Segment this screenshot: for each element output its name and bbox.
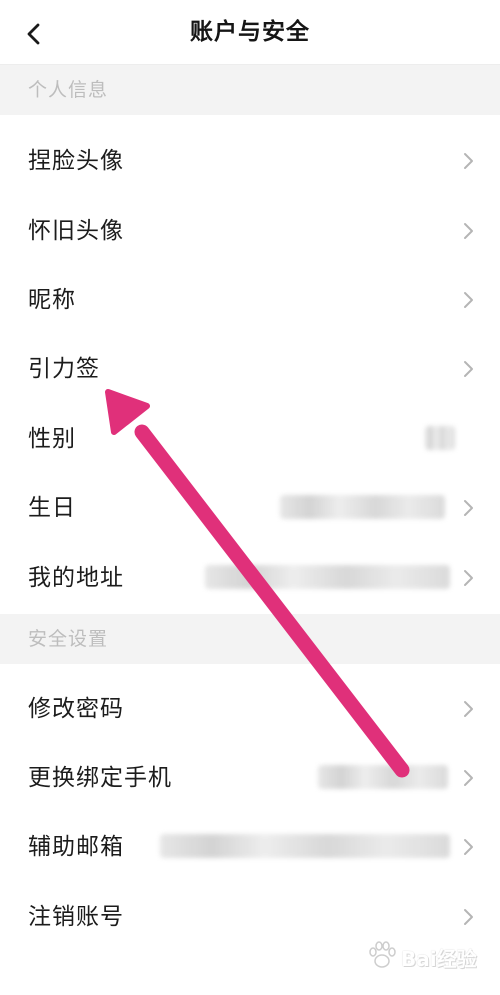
row-birthday[interactable]: 生日 xyxy=(0,473,500,543)
row-label: 注销账号 xyxy=(28,904,124,930)
row-signature[interactable]: 引力签 xyxy=(0,334,500,404)
baidu-watermark: Bai经验 xyxy=(365,939,480,975)
row-change-phone[interactable]: 更换绑定手机 xyxy=(0,743,500,813)
row-face-avatar[interactable]: 捏脸头像 xyxy=(0,126,500,196)
row-backup-email[interactable]: 辅助邮箱 xyxy=(0,812,500,882)
paw-icon xyxy=(369,941,396,968)
chevron-right-icon xyxy=(464,500,473,516)
chevron-right-icon xyxy=(464,361,473,377)
chevron-right-icon xyxy=(464,839,473,855)
account-security-screen: 账户与安全 个人信息 捏脸头像 怀旧头像 昵称 引力签 性别 生日 我的地址 安… xyxy=(0,0,500,995)
row-label: 怀旧头像 xyxy=(28,218,124,244)
chevron-right-icon xyxy=(464,292,473,308)
row-label: 性别 xyxy=(28,426,76,452)
section-title: 安全设置 xyxy=(28,628,109,650)
watermark-text: Bai经验 xyxy=(401,947,477,971)
row-address[interactable]: 我的地址 xyxy=(0,543,500,613)
row-nickname[interactable]: 昵称 xyxy=(0,265,500,335)
nav-header: 账户与安全 xyxy=(0,0,500,65)
section-header-personal: 个人信息 xyxy=(0,65,500,115)
chevron-right-icon xyxy=(464,223,473,239)
row-label: 生日 xyxy=(28,495,76,521)
page-title: 账户与安全 xyxy=(190,19,310,45)
chevron-right-icon xyxy=(464,153,473,169)
row-nostalgic-avatar[interactable]: 怀旧头像 xyxy=(0,196,500,266)
row-label: 辅助邮箱 xyxy=(28,834,124,860)
chevron-right-icon xyxy=(464,570,473,586)
row-change-password[interactable]: 修改密码 xyxy=(0,674,500,744)
blurred-value xyxy=(318,765,448,789)
chevron-right-icon xyxy=(464,701,473,717)
blurred-value xyxy=(425,426,455,450)
blurred-value xyxy=(160,834,450,858)
chevron-right-icon xyxy=(464,770,473,786)
blurred-value xyxy=(205,565,450,589)
blurred-value xyxy=(280,495,445,519)
row-label: 我的地址 xyxy=(28,565,124,591)
section-header-security: 安全设置 xyxy=(0,614,500,664)
row-label: 引力签 xyxy=(28,356,100,382)
chevron-right-icon xyxy=(464,909,473,925)
row-label: 修改密码 xyxy=(28,696,124,722)
section-title: 个人信息 xyxy=(28,79,109,101)
row-label: 昵称 xyxy=(28,287,76,313)
row-label: 捏脸头像 xyxy=(28,148,124,174)
row-gender[interactable]: 性别 xyxy=(0,404,500,474)
row-label: 更换绑定手机 xyxy=(28,765,172,791)
